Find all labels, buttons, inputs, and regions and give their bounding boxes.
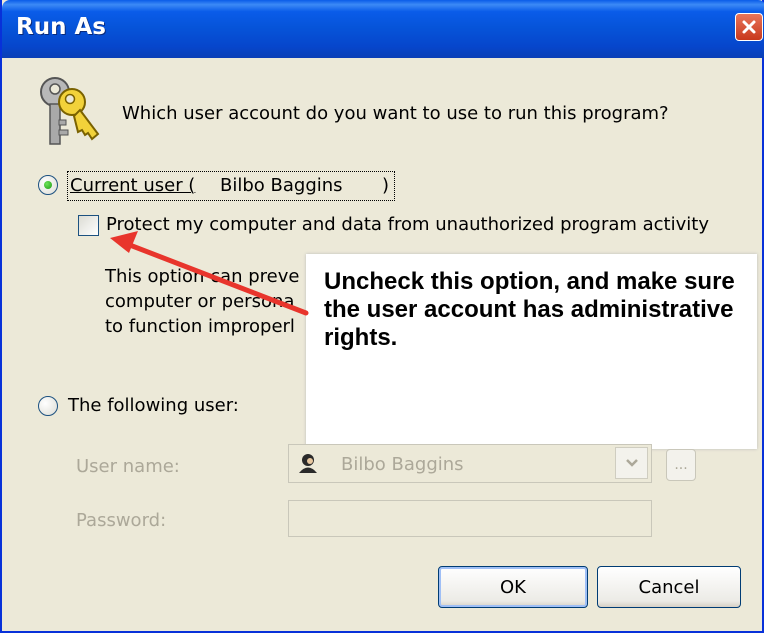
cancel-label: Cancel [638, 576, 700, 598]
window-title: Run As [16, 14, 106, 40]
ok-button[interactable]: OK [438, 566, 588, 608]
browse-button[interactable]: ... [666, 449, 696, 481]
annotation-arrow [110, 231, 309, 316]
cancel-button[interactable]: Cancel [597, 566, 741, 608]
ok-label: OK [500, 576, 526, 598]
user-name-value: Bilbo Baggins [341, 454, 464, 475]
title-bar[interactable]: Run As [2, 0, 764, 58]
browse-label: ... [674, 457, 688, 473]
dropdown-button[interactable] [615, 447, 648, 479]
user-name-combobox[interactable]: Bilbo Baggins [288, 444, 652, 483]
user-name-label: User name: [76, 456, 180, 477]
close-button[interactable] [735, 13, 763, 41]
user-icon [299, 454, 317, 473]
following-user-radio[interactable] [38, 396, 58, 416]
chevron-down-icon [625, 459, 638, 467]
run-as-dialog: Run As Which user account do you want to… [0, 0, 764, 633]
password-field[interactable] [288, 500, 652, 537]
password-label: Password: [76, 510, 167, 531]
following-user-label[interactable]: The following user: [68, 395, 239, 416]
close-icon [742, 20, 756, 34]
dialog-body: Which user account do you want to use to… [4, 58, 764, 631]
